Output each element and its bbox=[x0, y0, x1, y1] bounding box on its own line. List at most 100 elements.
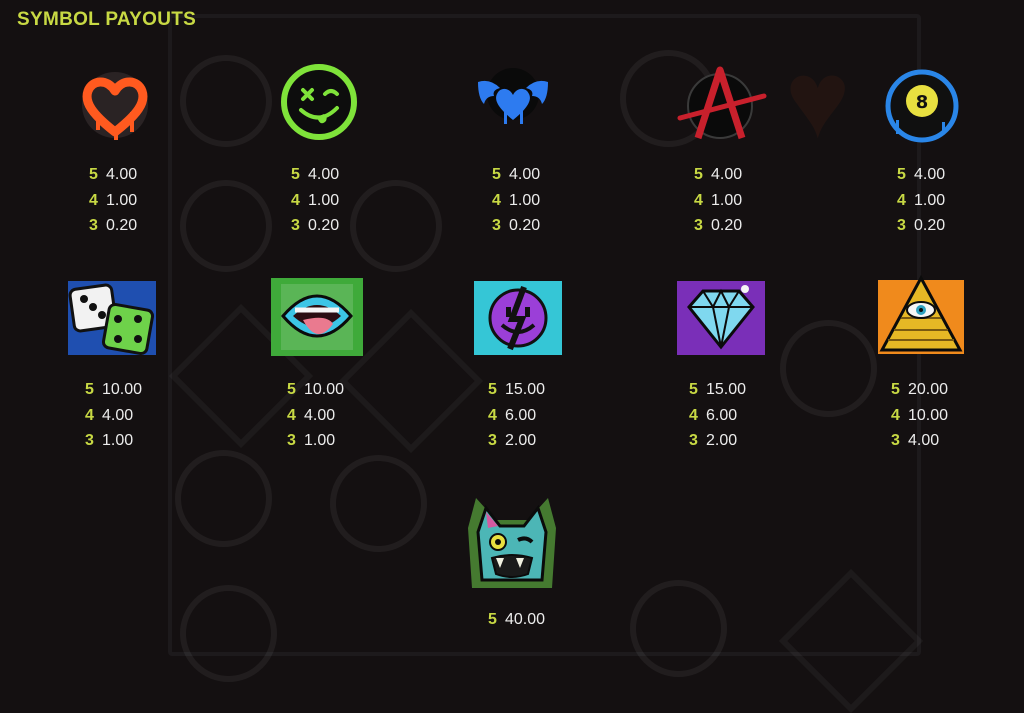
symbol-count: 3 bbox=[89, 217, 98, 235]
symbol-count: 3 bbox=[891, 432, 900, 450]
payout-row: 5 15.00 bbox=[689, 377, 746, 403]
symbol-count: 5 bbox=[897, 165, 906, 183]
payout-value: 0.20 bbox=[509, 217, 541, 235]
symbol-count: 5 bbox=[287, 380, 296, 398]
payout-table: 5 4.00 4 1.00 3 0.20 bbox=[89, 162, 137, 239]
payout-row: 3 1.00 bbox=[287, 428, 344, 454]
payout-value: 4.00 bbox=[102, 406, 134, 424]
symbol-count: 4 bbox=[287, 406, 296, 424]
payout-value: 6.00 bbox=[706, 406, 738, 424]
payout-row: 4 4.00 bbox=[85, 403, 142, 429]
payout-value: 10.00 bbox=[908, 406, 949, 424]
symbol-count: 4 bbox=[291, 191, 300, 209]
symbol-count: 3 bbox=[287, 432, 296, 450]
payout-row: 3 0.20 bbox=[89, 213, 137, 239]
symbol-count: 5 bbox=[89, 165, 98, 183]
symbol-count: 4 bbox=[689, 406, 698, 424]
payout-value: 1.00 bbox=[509, 191, 541, 209]
payout-table: 5 10.00 4 4.00 3 1.00 bbox=[85, 377, 142, 454]
payout-table: 5 10.00 4 4.00 3 1.00 bbox=[287, 377, 344, 454]
symbol-count: 5 bbox=[85, 380, 94, 398]
payout-row: 3 0.20 bbox=[492, 213, 540, 239]
payout-value: 40.00 bbox=[505, 610, 546, 628]
payout-value: 1.00 bbox=[308, 191, 340, 209]
green-smiley-face-icon bbox=[279, 62, 359, 142]
payout-row: 3 0.20 bbox=[897, 213, 945, 239]
payout-row: 5 4.00 bbox=[694, 162, 742, 188]
payout-value: 4.00 bbox=[304, 406, 336, 424]
background-smiley-icon bbox=[330, 455, 427, 552]
payout-value: 0.20 bbox=[914, 217, 946, 235]
payout-row: 4 1.00 bbox=[291, 188, 339, 214]
symbol-count: 4 bbox=[488, 406, 497, 424]
payout-row: 4 4.00 bbox=[287, 403, 344, 429]
payout-value: 4.00 bbox=[106, 165, 138, 183]
background-smiley-icon bbox=[180, 180, 272, 272]
symbol-count: 5 bbox=[891, 380, 900, 398]
payout-value: 0.20 bbox=[711, 217, 743, 235]
payout-value: 10.00 bbox=[102, 380, 143, 398]
background-smiley-icon bbox=[180, 55, 272, 147]
payout-row: 5 20.00 bbox=[891, 377, 948, 403]
payout-row: 4 1.00 bbox=[492, 188, 540, 214]
symbol-count: 4 bbox=[492, 191, 501, 209]
payout-value: 0.20 bbox=[308, 217, 340, 235]
payout-row: 5 4.00 bbox=[492, 162, 540, 188]
background-smiley-icon bbox=[630, 580, 727, 677]
payout-value: 6.00 bbox=[505, 406, 537, 424]
symbol-count: 3 bbox=[488, 432, 497, 450]
payout-value: 2.00 bbox=[706, 432, 738, 450]
payout-value: 4.00 bbox=[914, 165, 946, 183]
payout-value: 0.20 bbox=[106, 217, 138, 235]
payout-value: 2.00 bbox=[505, 432, 537, 450]
background-diamond-icon bbox=[778, 568, 924, 713]
payout-row: 5 4.00 bbox=[897, 162, 945, 188]
symbol-count: 3 bbox=[492, 217, 501, 235]
payout-row: 4 10.00 bbox=[891, 403, 948, 429]
payout-row: 3 2.00 bbox=[689, 428, 746, 454]
symbol-count: 3 bbox=[689, 432, 698, 450]
purple-smiley-lightning-icon bbox=[472, 279, 564, 357]
background-8ball-icon bbox=[175, 450, 272, 547]
payout-row: 3 1.00 bbox=[85, 428, 142, 454]
payout-table: 5 15.00 4 6.00 3 2.00 bbox=[488, 377, 545, 454]
payout-row: 3 0.20 bbox=[291, 213, 339, 239]
payout-row: 3 2.00 bbox=[488, 428, 545, 454]
diamond-icon bbox=[675, 279, 767, 357]
payout-value: 4.00 bbox=[509, 165, 541, 183]
payout-table: 5 4.00 4 1.00 3 0.20 bbox=[291, 162, 339, 239]
payout-row: 5 10.00 bbox=[287, 377, 344, 403]
symbol-count: 4 bbox=[891, 406, 900, 424]
svg-text:8: 8 bbox=[916, 92, 929, 113]
symbol-count: 4 bbox=[85, 406, 94, 424]
payout-table: 5 40.00 bbox=[488, 607, 545, 633]
payout-value: 1.00 bbox=[102, 432, 134, 450]
payout-row: 5 4.00 bbox=[89, 162, 137, 188]
payout-row: 3 0.20 bbox=[694, 213, 742, 239]
payout-row: 5 10.00 bbox=[85, 377, 142, 403]
payout-value: 15.00 bbox=[706, 380, 747, 398]
symbol-count: 5 bbox=[291, 165, 300, 183]
payout-row: 5 40.00 bbox=[488, 607, 545, 633]
symbol-count: 5 bbox=[488, 610, 497, 628]
payout-table: 5 20.00 4 10.00 3 4.00 bbox=[891, 377, 948, 454]
payout-value: 15.00 bbox=[505, 380, 546, 398]
zombie-cat-wild-icon bbox=[462, 492, 562, 592]
payout-value: 1.00 bbox=[106, 191, 138, 209]
payout-row: 4 1.00 bbox=[694, 188, 742, 214]
payout-table: 5 4.00 4 1.00 3 0.20 bbox=[897, 162, 945, 239]
payout-row: 4 1.00 bbox=[89, 188, 137, 214]
payout-row: 3 4.00 bbox=[891, 428, 948, 454]
payout-value: 1.00 bbox=[711, 191, 743, 209]
payout-row: 5 15.00 bbox=[488, 377, 545, 403]
payout-row: 4 6.00 bbox=[488, 403, 545, 429]
blue-winged-heart-icon bbox=[468, 64, 558, 136]
symbol-count: 4 bbox=[897, 191, 906, 209]
symbol-count: 5 bbox=[689, 380, 698, 398]
pyramid-eye-icon bbox=[874, 274, 968, 360]
symbol-count: 3 bbox=[897, 217, 906, 235]
payout-value: 1.00 bbox=[304, 432, 336, 450]
payout-table: 5 4.00 4 1.00 3 0.20 bbox=[492, 162, 540, 239]
background-smiley-icon bbox=[350, 180, 442, 272]
symbol-count: 5 bbox=[694, 165, 703, 183]
